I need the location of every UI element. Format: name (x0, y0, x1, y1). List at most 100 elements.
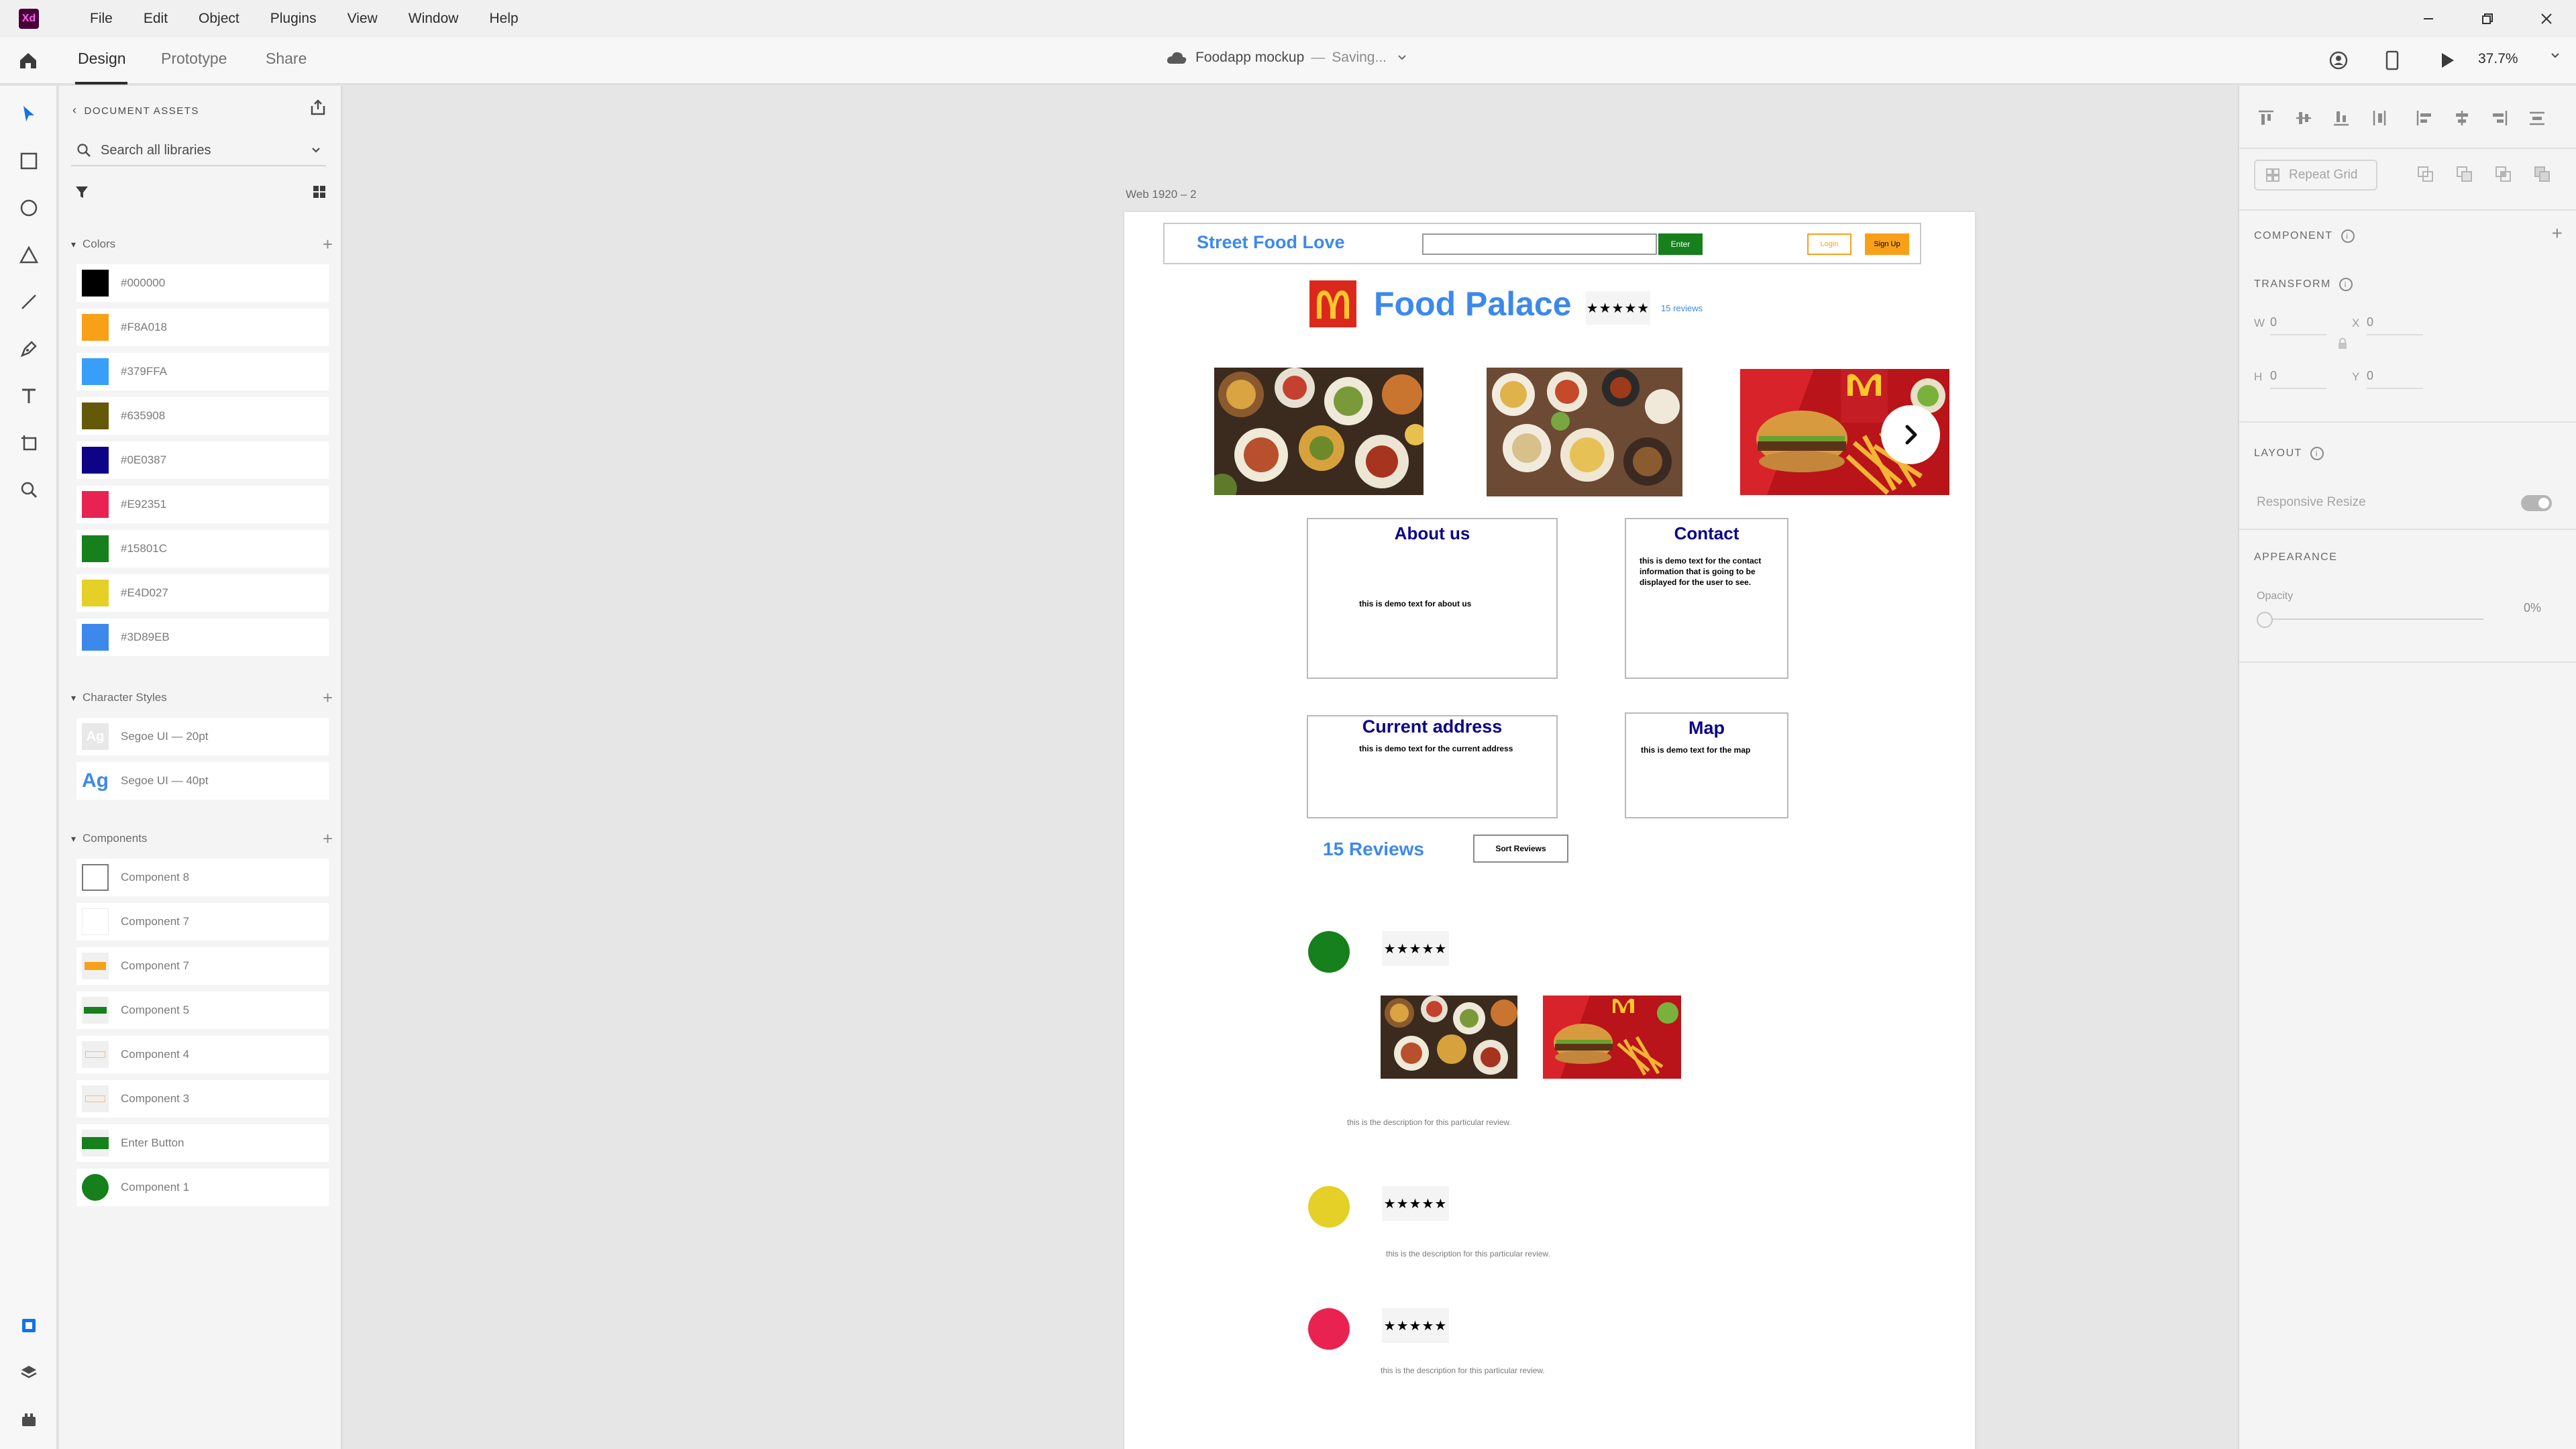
artboard-label[interactable]: Web 1920 – 2 (1126, 188, 1197, 201)
review-photo-burger[interactable] (1543, 996, 1681, 1079)
component-row[interactable]: Component 8 (76, 859, 329, 896)
assets-header[interactable]: ‹ DOCUMENT ASSETS (72, 103, 199, 117)
collapse-chevron-icon[interactable]: ▾ (71, 833, 76, 845)
component-row[interactable]: Enter Button (76, 1124, 329, 1162)
polygon-tool-icon[interactable] (15, 241, 42, 268)
opacity-slider-track[interactable] (2266, 619, 2483, 620)
menu-object[interactable]: Object (199, 11, 239, 27)
component-row[interactable]: Component 5 (76, 991, 329, 1029)
opacity-value[interactable]: 0% (2524, 601, 2541, 615)
align-left-icon[interactable] (2411, 105, 2438, 131)
color-swatch-row[interactable]: #E92351 (76, 486, 329, 523)
zoom-level[interactable]: 37.7% (2478, 51, 2518, 67)
current-address-card[interactable]: Current address this is demo text for th… (1307, 715, 1558, 818)
review-stars[interactable]: ★★★★★ (1382, 931, 1449, 966)
add-color-icon[interactable]: + (323, 234, 333, 255)
contact-card[interactable]: Contact this is demo text for the contac… (1625, 518, 1788, 679)
tab-share[interactable]: Share (266, 50, 307, 68)
color-swatch-row[interactable]: #000000 (76, 264, 329, 302)
components-section-header[interactable]: ▾ Components + (71, 828, 333, 849)
grid-view-icon[interactable] (311, 184, 327, 203)
reviews-link[interactable]: 15 reviews (1661, 303, 1703, 313)
menu-file[interactable]: File (90, 11, 113, 27)
component-row[interactable]: Component 7 (76, 947, 329, 985)
carousel-next-button[interactable] (1881, 405, 1940, 464)
info-icon[interactable]: i (2339, 278, 2353, 291)
library-search[interactable]: Search all libraries (71, 136, 326, 166)
align-right-icon[interactable] (2486, 105, 2513, 131)
restore-icon[interactable] (2458, 0, 2517, 38)
artboard[interactable]: Street Food Love Enter Login Sign Up Foo… (1124, 212, 1975, 1449)
restaurant-logo[interactable] (1309, 280, 1356, 327)
menu-edit[interactable]: Edit (144, 11, 168, 27)
boolean-subtract-icon[interactable] (2451, 161, 2478, 188)
character-style-row[interactable]: Ag Segoe UI — 20pt (76, 718, 329, 755)
select-tool-icon[interactable] (15, 101, 42, 127)
share-user-icon[interactable] (2326, 48, 2351, 72)
line-tool-icon[interactable] (15, 288, 42, 315)
color-swatch-row[interactable]: #0E0387 (76, 441, 329, 479)
repeat-grid-button[interactable]: Repeat Grid (2254, 160, 2377, 191)
collapse-chevron-icon[interactable]: ▾ (71, 239, 76, 250)
boolean-add-icon[interactable] (2412, 161, 2439, 188)
close-icon[interactable] (2517, 0, 2576, 38)
menu-window[interactable]: Window (409, 11, 459, 27)
menu-help[interactable]: Help (489, 11, 518, 27)
color-swatch-row[interactable]: #379FFA (76, 353, 329, 390)
boolean-intersect-icon[interactable] (2490, 161, 2517, 188)
rating-stars[interactable]: ★★★★★ (1586, 291, 1650, 325)
align-top-icon[interactable] (2253, 105, 2279, 131)
site-search-input[interactable] (1422, 233, 1657, 255)
reviews-count[interactable]: 15 Reviews (1323, 839, 1424, 860)
about-us-card[interactable]: About us this is demo text for about us (1307, 518, 1558, 679)
signup-button[interactable]: Sign Up (1865, 233, 1909, 255)
align-center-icon[interactable] (2449, 105, 2475, 131)
character-style-row[interactable]: Ag Segoe UI — 40pt (76, 762, 329, 800)
distribute-horizontal-icon[interactable] (2524, 105, 2551, 131)
component-row[interactable]: Component 7 (76, 903, 329, 941)
info-icon[interactable]: i (2310, 447, 2324, 460)
menu-plugins[interactable]: Plugins (270, 11, 317, 27)
color-swatch-row[interactable]: #15801C (76, 530, 329, 568)
y-field[interactable]: 0 (2367, 369, 2373, 383)
info-icon[interactable]: i (2341, 229, 2355, 243)
site-brand[interactable]: Street Food Love (1197, 232, 1345, 253)
assets-panel-icon[interactable] (15, 1312, 42, 1339)
reviewer-avatar[interactable] (1308, 1308, 1350, 1350)
color-swatch-row[interactable]: #3D89EB (76, 619, 329, 656)
layers-icon[interactable] (15, 1359, 42, 1386)
zoom-tool-icon[interactable] (15, 476, 42, 503)
responsive-resize-toggle[interactable] (2521, 495, 2552, 511)
food-photo-table[interactable] (1487, 368, 1682, 496)
color-swatch-row[interactable]: #E4D027 (76, 574, 329, 612)
play-icon[interactable] (2435, 48, 2459, 72)
align-bottom-icon[interactable] (2328, 105, 2355, 131)
colors-section-header[interactable]: ▾ Colors + (71, 234, 333, 254)
design-canvas[interactable]: Web 1920 – 2 Street Food Love Enter Logi… (343, 86, 2237, 1449)
add-character-style-icon[interactable]: + (323, 688, 333, 708)
x-field[interactable]: 0 (2367, 315, 2373, 329)
chevron-down-icon[interactable] (310, 144, 322, 156)
map-card[interactable]: Map this is demo text for the map (1625, 712, 1788, 818)
site-header[interactable]: Street Food Love Enter Login Sign Up (1163, 223, 1921, 264)
review-stars[interactable]: ★★★★★ (1382, 1186, 1449, 1221)
export-icon[interactable] (309, 98, 327, 120)
color-swatch-row[interactable]: #F8A018 (76, 309, 329, 346)
artboard-tool-icon[interactable] (15, 429, 42, 456)
boolean-exclude-icon[interactable] (2529, 161, 2556, 188)
tab-prototype[interactable]: Prototype (161, 50, 227, 68)
restaurant-name[interactable]: Food Palace (1374, 284, 1572, 323)
distribute-vertical-icon[interactable] (2365, 105, 2392, 131)
character-styles-section-header[interactable]: ▾ Character Styles + (71, 688, 333, 708)
back-chevron-icon[interactable]: ‹ (72, 103, 78, 117)
enter-button[interactable]: Enter (1658, 233, 1703, 255)
tab-design[interactable]: Design (78, 50, 126, 68)
add-component-icon[interactable]: + (323, 828, 333, 849)
component-row[interactable]: Component 3 (76, 1080, 329, 1118)
component-row[interactable]: Component 1 (76, 1169, 329, 1206)
width-field[interactable]: 0 (2270, 315, 2277, 329)
component-row[interactable]: Component 4 (76, 1036, 329, 1073)
rectangle-tool-icon[interactable] (15, 148, 42, 174)
color-swatch-row[interactable]: #635908 (76, 397, 329, 435)
opacity-slider-handle[interactable] (2257, 612, 2273, 628)
